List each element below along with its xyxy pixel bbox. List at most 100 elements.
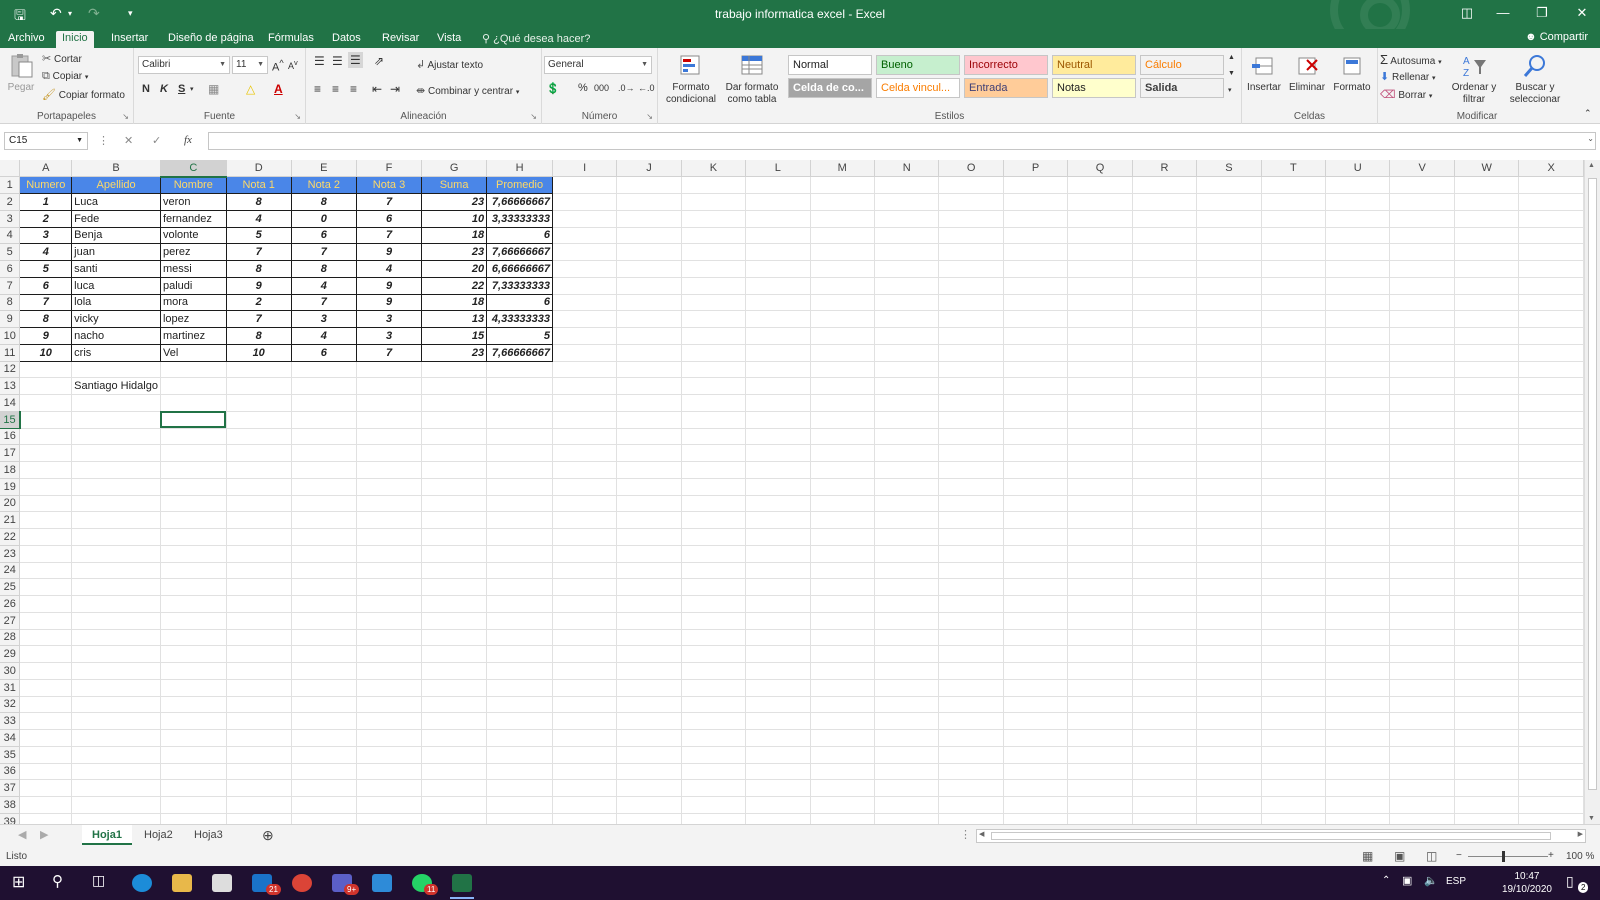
tray-chevron-icon[interactable]: ⌃ [1382,875,1390,886]
cell[interactable] [1325,478,1391,496]
cell[interactable] [1454,763,1520,781]
cell[interactable] [1067,712,1133,730]
cell[interactable] [874,478,940,496]
wrap-text-button[interactable]: ↲ Ajustar texto [416,58,483,71]
cell[interactable] [1518,562,1584,580]
cell[interactable] [938,478,1004,496]
insert-button[interactable]: Insertar [1244,52,1284,94]
cell[interactable] [1325,411,1391,429]
cell[interactable] [1132,444,1198,462]
cell[interactable] [1325,796,1391,814]
cell[interactable] [874,746,940,764]
task-view-icon[interactable]: ◫ [92,872,105,889]
cell[interactable] [1518,813,1584,824]
cell[interactable]: 5 [19,260,73,278]
cell[interactable] [1261,327,1327,345]
row-header[interactable]: 34 [0,729,21,747]
cell[interactable]: 7,33333333 [486,276,554,295]
tab-revisar[interactable]: Revisar [376,31,425,48]
cell[interactable] [1454,294,1520,312]
cell[interactable] [226,444,292,462]
cell[interactable] [938,310,1004,328]
minimize-icon[interactable]: — [1488,5,1518,20]
windows-start-icon[interactable]: ⊞ [12,872,25,892]
cell[interactable] [1261,428,1327,446]
cell[interactable]: 6 [355,209,423,228]
cell[interactable]: 7,66666667 [486,193,554,211]
cell[interactable] [745,729,811,747]
cell[interactable] [160,779,227,797]
cell[interactable]: Benja [71,226,161,245]
cell[interactable] [291,763,357,781]
cell[interactable] [486,645,554,663]
tab-datos[interactable]: Datos [326,31,367,48]
cell[interactable] [1261,444,1327,462]
cell[interactable] [1454,612,1520,630]
cell[interactable] [486,746,554,764]
cell[interactable] [1325,260,1391,278]
cell[interactable] [226,478,292,496]
align-middle-icon[interactable]: ☰ [332,54,343,68]
cell[interactable] [486,377,554,395]
cell[interactable] [1454,813,1520,824]
cell[interactable] [874,193,940,211]
cell[interactable] [1132,645,1198,663]
dialog-launcher-icon[interactable]: ↘ [530,112,537,121]
cell[interactable] [291,779,357,797]
cell[interactable] [938,796,1004,814]
cell[interactable] [938,595,1004,613]
cell[interactable]: Vel [159,343,227,362]
cell[interactable] [938,277,1004,295]
cell[interactable] [938,361,1004,379]
cell[interactable] [356,478,423,496]
cell[interactable] [1454,310,1520,328]
cell[interactable] [19,545,73,563]
cell[interactable] [1454,260,1520,278]
cell[interactable] [1261,394,1327,412]
cell[interactable] [1518,645,1584,663]
column-header[interactable]: K [681,160,747,178]
cell[interactable] [745,696,811,714]
cell[interactable] [19,796,73,814]
cell[interactable] [1132,813,1198,824]
cell[interactable] [552,545,618,563]
cell[interactable] [71,444,161,462]
cell[interactable] [938,511,1004,529]
cell[interactable] [1261,227,1327,245]
cell[interactable] [552,813,618,824]
cell[interactable] [160,679,227,697]
column-header[interactable]: T [1261,160,1327,178]
cell[interactable] [810,176,875,194]
cell[interactable] [71,779,161,797]
decrease-indent-icon[interactable]: ⇤ [372,82,382,96]
cell[interactable] [1454,729,1520,747]
format-as-table-button[interactable]: Dar formato como tabla [722,52,782,106]
font-name-select[interactable]: Calibri ▼ [138,56,230,74]
cell[interactable] [1518,310,1584,328]
cell[interactable] [938,227,1004,245]
cell[interactable] [1325,578,1391,596]
cell[interactable]: 4 [19,243,73,261]
cell[interactable] [356,645,423,663]
cell[interactable] [681,528,747,546]
cell[interactable] [1003,411,1069,429]
cell[interactable] [1389,327,1455,345]
cell[interactable] [291,461,357,479]
cell[interactable] [1325,176,1391,194]
cell[interactable] [421,361,488,379]
cell[interactable] [810,562,875,580]
cell[interactable] [1067,310,1133,328]
column-header[interactable]: A [19,160,73,178]
cell[interactable] [291,411,357,429]
cut-button[interactable]: ✂ Cortar [42,52,82,65]
paste-button[interactable]: Pegar [4,52,38,94]
cell[interactable] [810,746,875,764]
cell[interactable] [1196,763,1262,781]
dialog-launcher-icon[interactable]: ↘ [122,112,129,121]
cell[interactable] [938,495,1004,513]
cell[interactable] [681,796,747,814]
cell[interactable] [810,243,875,261]
cell[interactable] [874,444,940,462]
cell[interactable] [1454,629,1520,647]
cell[interactable] [1261,511,1327,529]
